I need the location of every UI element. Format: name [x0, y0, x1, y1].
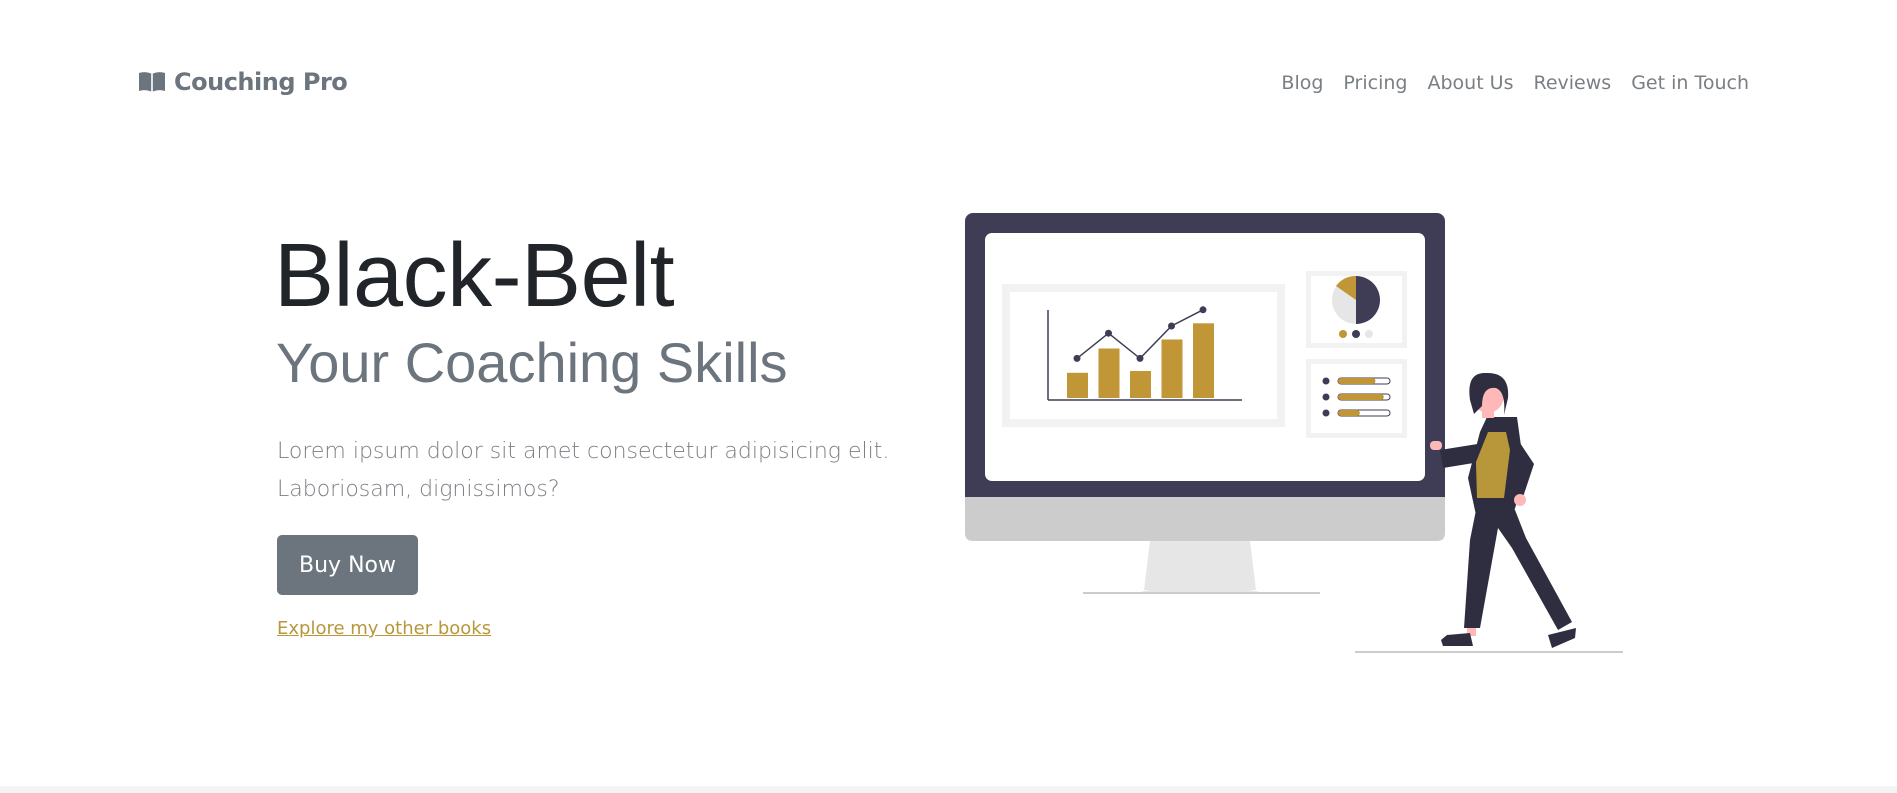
trend-point [1199, 306, 1207, 314]
progress-fill [1338, 394, 1384, 400]
trend-point [1168, 322, 1175, 330]
nav-pricing[interactable]: Pricing [1343, 72, 1407, 94]
progress-dot [1322, 393, 1330, 401]
brand-name: Couching Pro [174, 68, 348, 96]
progress-dot [1322, 377, 1330, 385]
footer-strip [0, 786, 1897, 793]
brand-link[interactable]: Couching Pro [138, 68, 348, 96]
trend-point [1136, 354, 1144, 362]
trend-point [1105, 329, 1112, 337]
nav-get-in-touch[interactable]: Get in Touch [1631, 72, 1749, 94]
nav-blog[interactable]: Blog [1281, 72, 1323, 94]
nav-about-us[interactable]: About Us [1427, 72, 1513, 94]
book-icon [139, 72, 165, 92]
buy-now-button[interactable]: Buy Now [277, 535, 418, 595]
progress-dot [1322, 409, 1330, 417]
nav-reviews[interactable]: Reviews [1534, 72, 1612, 94]
hero-subtitle: Your Coaching Skills [276, 331, 788, 394]
presentation-illustration [965, 213, 1623, 653]
chart-bar [1130, 371, 1151, 398]
hero-title: Black-Belt [274, 226, 675, 326]
chart-bar [1193, 323, 1214, 398]
landing-page: Couching Pro Blog Pricing About Us Revie… [0, 0, 1897, 793]
explore-books-link[interactable]: Explore my other books [277, 618, 491, 639]
progress-fill [1338, 378, 1376, 384]
hero-description: Lorem ipsum dolor sit amet consectetur a… [277, 439, 890, 502]
main-nav: Blog Pricing About Us Reviews Get in Tou… [1281, 72, 1749, 94]
trend-point [1073, 354, 1081, 362]
chart-bar [1161, 339, 1183, 398]
chart-bar [1067, 372, 1088, 398]
chart-bar [1098, 348, 1120, 398]
progress-fill [1338, 410, 1360, 416]
